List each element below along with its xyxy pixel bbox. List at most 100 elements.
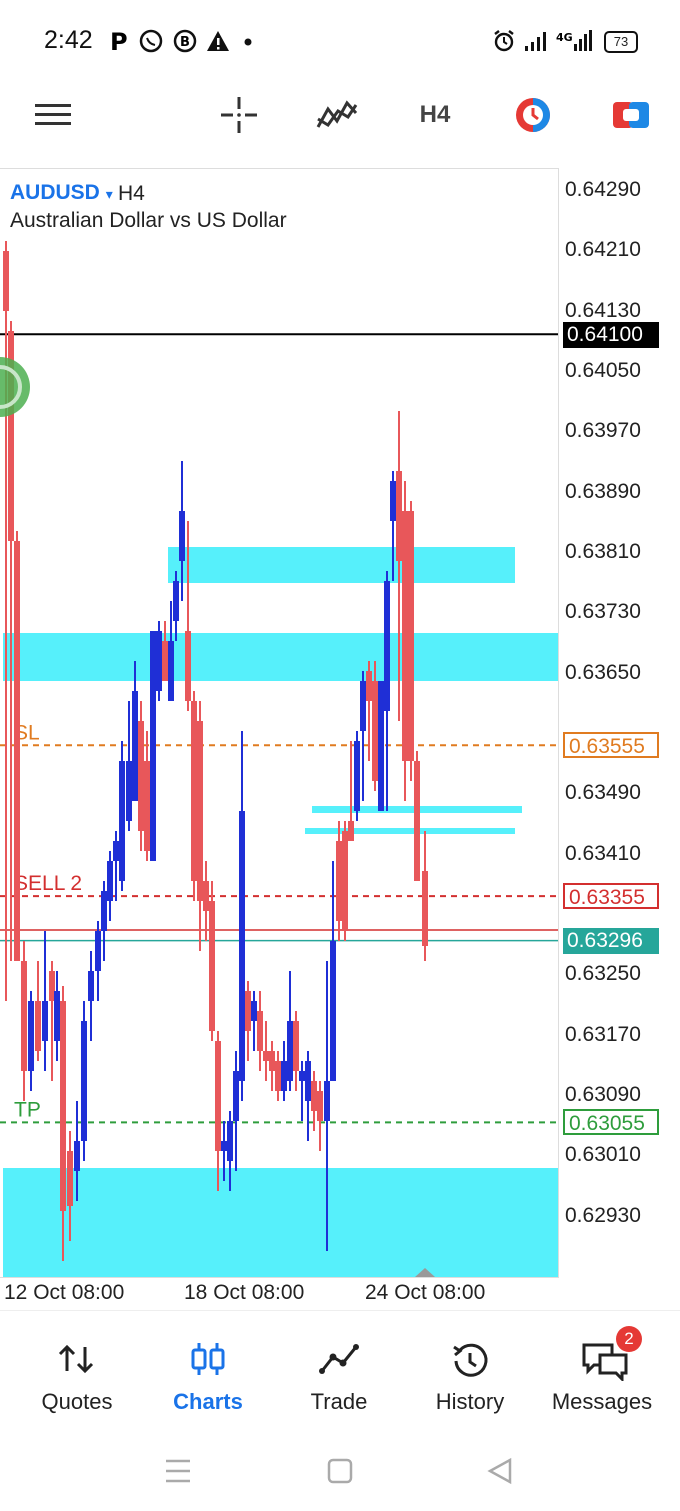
tp-price-label: 0.63055 — [563, 1109, 659, 1135]
candle-body — [257, 1011, 263, 1051]
candle-body — [317, 1091, 323, 1121]
scroll-marker-icon[interactable] — [415, 1266, 435, 1278]
zone-rect — [305, 828, 515, 834]
candle-body — [239, 811, 245, 1081]
nav-messages[interactable]: Messages — [534, 1311, 670, 1431]
candle-body — [305, 1061, 311, 1101]
p-icon: P — [110, 28, 128, 54]
price-axis[interactable]: 0.64290 0.64210 0.64130 0.64050 0.63970 0.638… — [560, 168, 680, 1276]
trade-clock-icon — [516, 98, 550, 132]
battery-icon: 73 — [604, 31, 638, 53]
price-tick: 0.63090 — [565, 1082, 641, 1106]
bid-price-label: 0.63296 — [563, 928, 659, 954]
candle-body — [168, 641, 174, 701]
candle-body — [191, 701, 197, 881]
nav-history[interactable]: History — [402, 1311, 538, 1431]
candle-body — [251, 1001, 257, 1021]
home-icon[interactable] — [326, 1457, 354, 1485]
zone-rect — [168, 547, 515, 583]
crosshair-button[interactable] — [214, 80, 264, 150]
candle-body — [402, 511, 408, 761]
svg-text:B: B — [180, 35, 190, 50]
candle-body — [408, 511, 414, 761]
clock: 2:42 — [44, 26, 93, 54]
nav-quotes[interactable]: Quotes — [9, 1311, 145, 1431]
candle-body — [366, 671, 372, 701]
nav-label: Charts — [173, 1389, 243, 1414]
time-tick: 18 Oct 08:00 — [184, 1281, 305, 1304]
candle-body — [88, 971, 94, 1001]
candle-body — [203, 881, 209, 911]
back-icon[interactable] — [486, 1457, 514, 1485]
drag-handle-icon[interactable] — [0, 355, 42, 419]
chart-toolbar: H4 — [0, 80, 680, 150]
nav-label: Messages — [551, 1389, 653, 1414]
b-icon: B — [173, 29, 197, 53]
price-tick: 0.64210 — [565, 238, 641, 262]
candle-body — [150, 631, 156, 861]
trade-clock-button[interactable] — [508, 80, 558, 150]
price-tick: 0.63650 — [565, 660, 641, 684]
price-tick: 0.64050 — [565, 358, 641, 382]
candle-body — [336, 841, 342, 921]
nav-trade[interactable]: Trade — [271, 1311, 407, 1431]
price-tick: 0.63250 — [565, 962, 641, 986]
level-label-black: 0.64100 — [563, 322, 659, 348]
nav-label: History — [435, 1389, 505, 1414]
candle-body — [227, 1121, 233, 1161]
signal-icon — [525, 32, 546, 51]
indicators-icon — [316, 100, 358, 128]
chart-canvas[interactable]: SL SELL 2 TP — [0, 168, 559, 1278]
candle-body — [263, 1051, 269, 1061]
price-tick: 0.63170 — [565, 1022, 641, 1046]
bottom-navigation: Quotes Charts Trade History Messages — [0, 1310, 680, 1431]
candle-body — [185, 631, 191, 701]
candle-body — [179, 511, 185, 561]
time-axis[interactable]: 12 Oct 08:00 18 Oct 08:00 24 Oct 08:00 — [0, 1278, 560, 1310]
recents-icon[interactable] — [164, 1458, 192, 1484]
price-tick: 0.63410 — [565, 841, 641, 865]
candle-body — [233, 1071, 239, 1121]
svg-text:P: P — [110, 28, 128, 54]
candle-body — [14, 541, 20, 961]
candle-body — [67, 1151, 73, 1206]
candle-body — [162, 641, 168, 681]
candle-body — [269, 1051, 275, 1071]
candle-body — [275, 1061, 281, 1091]
candle-body — [348, 821, 354, 841]
zone-rect — [3, 1168, 558, 1277]
candle-body — [54, 991, 60, 1041]
menu-button[interactable] — [28, 80, 78, 150]
price-tick: 0.63730 — [565, 600, 641, 624]
timeframe-button[interactable]: H4 — [408, 80, 462, 150]
one-click-trade-button[interactable] — [606, 80, 656, 150]
alarm-icon — [494, 30, 514, 52]
candle-body — [293, 1021, 299, 1071]
price-chart[interactable]: SLSELL 2TP — [0, 169, 558, 1277]
candle-body — [173, 581, 179, 621]
tp-label: TP — [14, 1098, 41, 1121]
candle-body — [422, 871, 428, 946]
one-click-trade-icon — [613, 102, 649, 128]
candle-body — [342, 831, 348, 931]
dot-icon — [244, 38, 252, 46]
crosshair-icon — [221, 97, 257, 133]
candle-body — [126, 761, 132, 821]
symbol-dropdown-icon: ▾ — [105, 186, 113, 202]
nav-charts[interactable]: Charts — [140, 1311, 276, 1431]
indicators-button[interactable] — [310, 80, 364, 150]
symbol-selector[interactable]: AUDUSD ▾ — [10, 181, 113, 205]
symbol-description: Australian Dollar vs US Dollar — [10, 209, 287, 232]
svg-text:4G: 4G — [556, 31, 573, 44]
candle-body — [3, 251, 9, 311]
warning-icon — [207, 31, 229, 51]
price-tick: 0.63970 — [565, 419, 641, 443]
candle-body — [132, 691, 138, 801]
candle-body — [287, 1021, 293, 1081]
candle-body — [107, 861, 113, 901]
4g-signal-icon: 4G — [556, 30, 592, 51]
trade-icon — [319, 1344, 359, 1374]
sl-price-label: 0.63555 — [563, 732, 659, 758]
candle-body — [156, 631, 162, 691]
candle-body — [384, 581, 390, 711]
